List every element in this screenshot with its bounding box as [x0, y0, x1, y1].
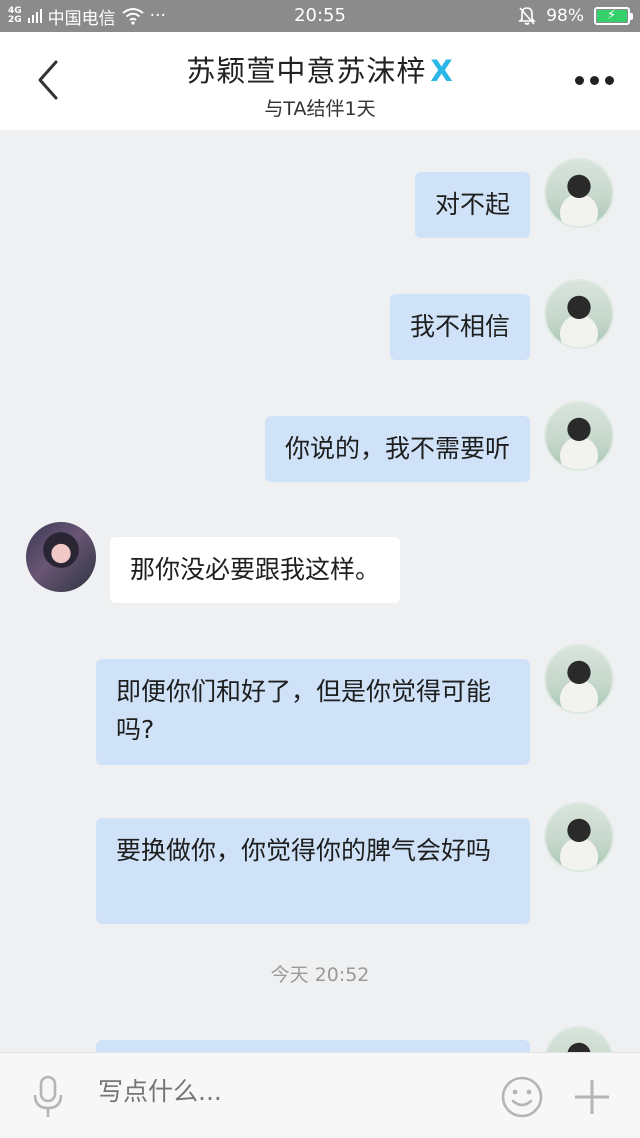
more-dots-icon[interactable] [575, 76, 614, 85]
battery-percent: 98% [546, 6, 584, 26]
my-avatar[interactable] [544, 802, 614, 872]
page-title: 苏颖萱中意苏沫梓 X [0, 48, 640, 90]
contact-name: 苏颖萱中意苏沫梓 [186, 54, 427, 88]
message-bubble[interactable]: 要换做你，你觉得你的脾气会好吗 [96, 818, 530, 924]
my-avatar[interactable] [544, 158, 614, 228]
message-bubble[interactable]: 即便你们和好了，但是你觉得可能吗? [96, 659, 530, 765]
message-bubble[interactable]: 对不起 [414, 172, 530, 238]
message-bubble[interactable]: 那你没必要跟我这样。 [110, 537, 401, 603]
message-list[interactable]: 对不起 我不相信 你说的，我不需要听 那你没必要跟我这样。 即便你们和好了，但是… [0, 130, 640, 1052]
smiley-icon[interactable] [500, 1075, 544, 1119]
mute-bell-icon [518, 7, 537, 25]
page-subtitle: 与TA结伴1天 [264, 98, 376, 120]
my-avatar[interactable] [544, 1026, 614, 1052]
plus-icon[interactable] [572, 1077, 612, 1117]
contact-avatar[interactable] [26, 522, 96, 592]
battery-icon: ⚡ [594, 7, 633, 25]
input-bar [0, 1052, 640, 1138]
my-avatar[interactable] [544, 401, 614, 471]
message-input[interactable] [98, 1077, 478, 1106]
message-bubble[interactable]: 我不相信 [389, 294, 530, 360]
status-right: 98% ⚡ [518, 0, 633, 32]
header-title-block: 苏颖萱中意苏沫梓 X 与TA结伴1天 [0, 48, 640, 121]
message-timestamp: 今天 20:52 [270, 964, 370, 986]
status-bar: 4G 2G 中国电信 ··· 20:55 98% ⚡ [0, 0, 640, 32]
my-avatar[interactable] [544, 279, 614, 349]
message-bubble[interactable]: 你说的，我不需要听 [264, 416, 530, 482]
chat-header: 苏颖萱中意苏沫梓 X 与TA结伴1天 [0, 32, 640, 130]
my-avatar[interactable] [544, 644, 614, 714]
microphone-icon[interactable] [30, 1075, 66, 1119]
message-bubble-partial[interactable] [96, 1040, 530, 1052]
vip-badge: X [430, 54, 454, 88]
